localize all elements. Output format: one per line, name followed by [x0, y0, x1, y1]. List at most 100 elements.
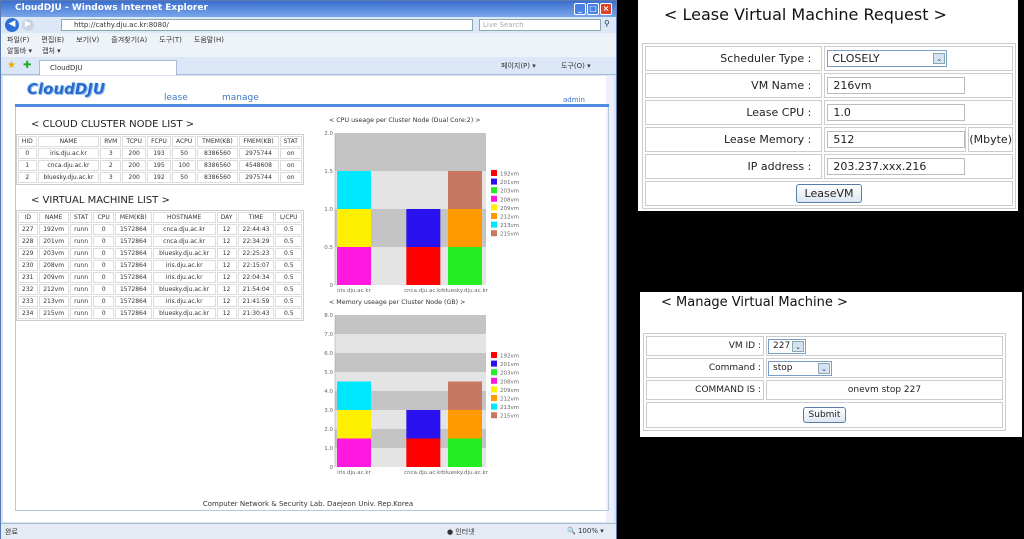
legend-swatch: [491, 178, 497, 185]
menu-tools[interactable]: 도구(T): [159, 36, 182, 44]
legend-swatch: [491, 204, 497, 211]
table-cell: 0.5: [275, 236, 302, 247]
table-cell: 233: [18, 296, 38, 307]
table-cell: 12: [216, 284, 237, 295]
legend-label: 192vm: [500, 354, 519, 360]
lease-vm-button[interactable]: LeaseVM: [795, 184, 863, 203]
command-label: Command :: [646, 358, 764, 378]
memory-chart: 0 1.0 2.0 3.0 4.0 5.0 6.0 7.0 8.0 iris.dju.ac.kr c…: [324, 313, 519, 476]
table-cell: runn: [69, 260, 93, 271]
page-menu[interactable]: 페이지(P) ▾: [501, 61, 536, 71]
bar-segment-208vm: [337, 247, 371, 285]
vm-name-label: VM Name :: [645, 73, 823, 98]
table-row: 229 203vm runn 0 1572864 bluesky.dju.ac.kr 12 2…: [18, 248, 302, 259]
table-cell: 2: [100, 160, 122, 171]
legend-label: 201vm: [500, 180, 519, 186]
menu-favorites[interactable]: 즐겨찾기(A): [111, 36, 147, 44]
lease-memory-input[interactable]: 512: [827, 131, 966, 148]
search-input[interactable]: Live Search: [479, 19, 601, 31]
table-cell: RVM: [100, 136, 122, 147]
vm-name-input[interactable]: 216vm: [827, 77, 966, 94]
nav-lease[interactable]: lease: [164, 93, 188, 103]
bar-segment-203vm: [448, 438, 482, 467]
ip-label: IP address :: [645, 154, 823, 179]
back-icon[interactable]: ◀: [5, 18, 19, 32]
command-select[interactable]: stop ⌄: [768, 360, 832, 376]
legend-label: 212vm: [500, 397, 519, 403]
menu-file[interactable]: 파일(F): [7, 36, 29, 44]
table-cell: 22:04:34: [237, 272, 275, 283]
lease-memory-label: Lease Memory :: [645, 127, 823, 152]
vm-id-select[interactable]: 227 ⌄: [768, 338, 806, 354]
table-cell: 50: [171, 148, 197, 159]
legend-swatch: [491, 230, 497, 237]
legend-label: 215vm: [500, 232, 519, 238]
legend-swatch: [491, 352, 497, 358]
title-bar: CloudDJU - Windows Internet Explorer _ □…: [1, 1, 616, 17]
bar-segment-212vm: [448, 410, 482, 439]
tools-menu[interactable]: 도구(O) ▾: [561, 61, 591, 71]
table-row: 233 213vm runn 0 1572864 iris.dju.ac.kr 12 21:4…: [18, 296, 302, 307]
ip-input[interactable]: 203.237.xxx.216: [827, 158, 966, 175]
add-favorite-icon[interactable]: ✚: [23, 60, 31, 71]
table-cell: 1572864: [114, 236, 152, 247]
table-cell: 12: [216, 236, 237, 247]
table-cell: runn: [69, 248, 93, 259]
legend-swatch: [491, 213, 497, 219]
addon-toolbar: 알툴바 ▾ 캡처 ▾: [1, 45, 616, 57]
tab-clouddju[interactable]: CloudDJU: [39, 60, 177, 75]
zoom-level[interactable]: 🔍 100% ▾: [567, 527, 604, 535]
address-input[interactable]: http://cathy.dju.ac.kr:8080/: [61, 19, 473, 31]
forward-icon[interactable]: ▶: [22, 19, 34, 31]
legend-label: 192vm: [500, 172, 519, 178]
table-cell: 22:25:23: [237, 248, 275, 259]
scheduler-value: CLOSELY: [832, 52, 880, 65]
table-cell: FCPU: [147, 136, 171, 147]
table-cell: 1572864: [114, 224, 152, 235]
table-cell: DAY: [216, 212, 237, 223]
status-bar: 완료 ● 인터넷 🔍 100% ▾: [1, 523, 616, 539]
table-cell: cnca.dju.ac.kr: [37, 160, 100, 171]
x-tick-label: iris.dju.ac.kr: [337, 288, 372, 294]
search-icon[interactable]: ⚲: [604, 19, 610, 28]
capture-button[interactable]: 캡처 ▾: [42, 47, 61, 55]
legend-label: 208vm: [500, 197, 519, 203]
nav-manage[interactable]: manage: [222, 93, 259, 103]
clouddju-logo[interactable]: CloudDJU: [27, 80, 105, 98]
maximize-button[interactable]: □: [587, 3, 599, 15]
table-cell: TMEM(KB): [197, 136, 238, 147]
table-cell: 0: [93, 260, 114, 271]
submit-button[interactable]: Submit: [802, 407, 847, 423]
admin-link[interactable]: admin: [563, 96, 585, 104]
bar-segment-209vm: [337, 410, 371, 439]
menu-help[interactable]: 도움말(H): [194, 36, 224, 44]
bar-segment-201vm: [406, 410, 441, 439]
lease-form: Scheduler Type : CLOSELY ⌄ VM Name : 216v…: [642, 43, 1016, 209]
table-cell: 232: [18, 284, 38, 295]
altoolbar-button[interactable]: 알툴바 ▾: [7, 47, 32, 55]
menu-edit[interactable]: 편집(E): [41, 36, 64, 44]
y-tick-label: 0: [330, 465, 334, 471]
y-tick-label: 3.0: [324, 408, 333, 414]
bar-segment-203vm: [448, 247, 482, 285]
table-cell: ACPU: [171, 136, 197, 147]
minimize-button[interactable]: _: [574, 3, 586, 15]
window-title: CloudDJU - Windows Internet Explorer: [15, 3, 208, 13]
bar-segment-213vm: [337, 381, 371, 410]
legend-swatch: [491, 187, 497, 194]
table-cell: CPU: [93, 212, 114, 223]
table-row: 2 bluesky.dju.ac.kr 3 200 192 50 8386560 297574…: [18, 172, 302, 183]
favorites-star-icon[interactable]: ★: [7, 60, 16, 71]
menu-view[interactable]: 보기(V): [76, 36, 99, 44]
x-tick-label: bluesky.dju.ac.kr: [442, 288, 489, 294]
y-tick-label: 1.0: [324, 207, 333, 213]
scheduler-select[interactable]: CLOSELY ⌄: [827, 50, 948, 67]
table-cell: 50: [171, 172, 197, 183]
table-cell: runn: [69, 284, 93, 295]
legend-swatch: [491, 221, 497, 228]
table-cell: HID: [18, 136, 37, 147]
close-button[interactable]: ×: [600, 3, 612, 15]
bar-segment-215vm: [448, 381, 482, 410]
lease-cpu-input[interactable]: 1.0: [827, 104, 966, 121]
table-row: 231 209vm runn 0 1572864 iris.dju.ac.kr 12 22:0…: [18, 272, 302, 283]
